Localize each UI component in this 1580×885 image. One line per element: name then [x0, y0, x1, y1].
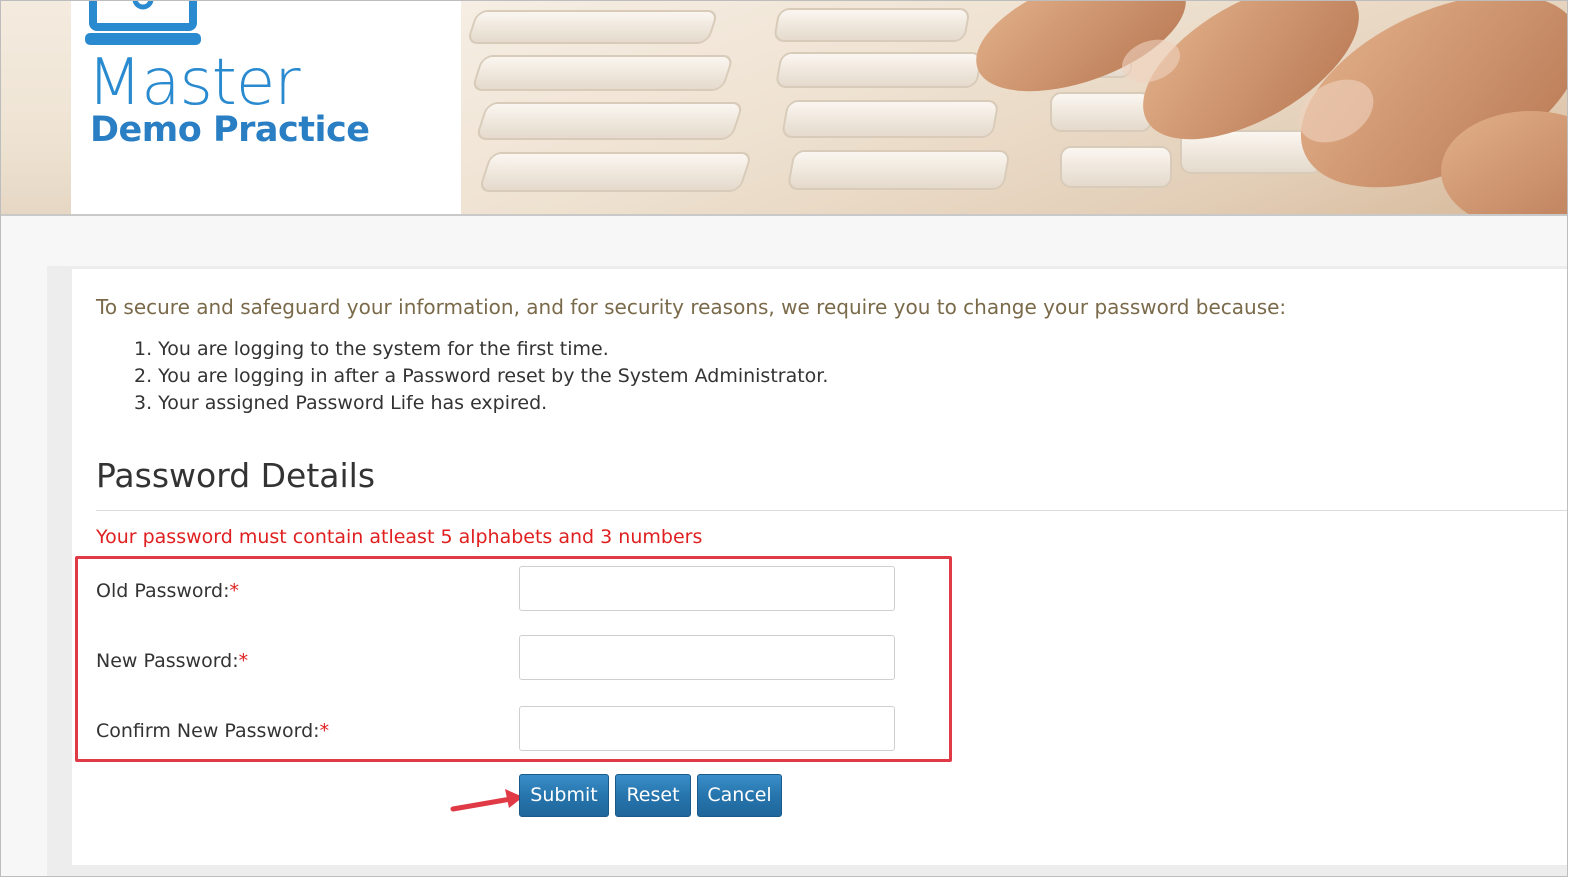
submit-button[interactable]: Submit — [519, 774, 609, 817]
new-password-input[interactable] — [519, 635, 895, 680]
banner-left-strip — [1, 1, 71, 214]
arrow-icon — [450, 789, 523, 812]
confirm-password-label: Confirm New Password:* — [96, 718, 329, 744]
new-password-label-text: New Password: — [96, 650, 239, 672]
confirm-password-input[interactable] — [519, 706, 895, 751]
confirm-password-label-text: Confirm New Password: — [96, 720, 320, 742]
reason-item: 3. Your assigned Password Life has expir… — [134, 392, 548, 414]
reasons-list: 1. You are logging to the system for the… — [134, 336, 828, 417]
cancel-button[interactable]: Cancel — [697, 774, 782, 817]
required-marker: * — [229, 580, 239, 602]
password-rule-text: Your password must contain atleast 5 alp… — [96, 526, 703, 548]
reset-button[interactable]: Reset — [615, 774, 691, 817]
required-marker: * — [238, 650, 249, 672]
page-frame: Master Demo Practice To secure and safeg… — [0, 0, 1568, 877]
section-title: Password Details — [96, 456, 376, 495]
old-password-label: Old Password:* — [96, 578, 239, 604]
required-marker: * — [319, 720, 330, 742]
old-password-label-text: Old Password: — [96, 580, 230, 602]
intro-text: To secure and safeguard your information… — [96, 295, 1287, 319]
reason-item: 2. You are logging in after a Password r… — [134, 365, 829, 387]
header-banner: Master Demo Practice — [1, 1, 1567, 216]
laptop-logo-icon — [85, 1, 201, 45]
section-divider — [96, 510, 1567, 511]
brand-subtitle: Demo Practice — [90, 110, 370, 150]
reason-item: 1. You are logging to the system for the… — [134, 338, 609, 360]
old-password-input[interactable] — [519, 566, 895, 611]
keyboard-photo — [461, 1, 1567, 214]
new-password-label: New Password:* — [96, 648, 248, 674]
